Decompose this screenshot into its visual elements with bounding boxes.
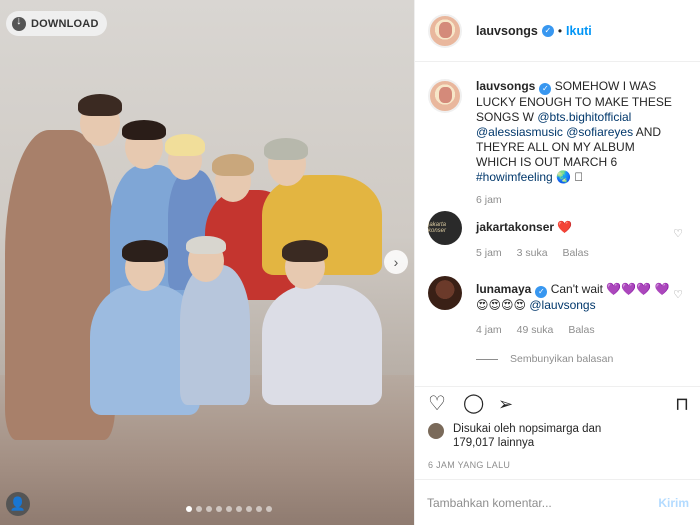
commenter-avatar[interactable] [428,276,462,310]
tagged-users-icon[interactable]: 👤 [6,492,30,516]
comment-meta: 4 jam 49 suka Balas [476,323,676,338]
post-header: lauvsongs ✓ • Ikuti [415,0,700,62]
carousel-dot [216,506,222,512]
caption-mention[interactable]: @bts.bighitofficial [537,110,631,124]
photo-figure-hair [122,240,168,262]
download-label: DOWNLOAD [31,17,99,30]
post-sidebar: lauvsongs ✓ • Ikuti lauvsongs ✓ SOMEHOW I… [414,0,700,525]
comment-time[interactable]: 4 jam [476,324,502,336]
carousel-dot [236,506,242,512]
photo-figure-hair [78,94,122,116]
photo-figure [262,285,382,405]
follow-button[interactable]: Ikuti [566,24,592,38]
comments-list[interactable]: lauvsongs ✓ SOMEHOW I WAS LUCKY ENOUGH TO… [415,63,700,386]
photo-figure-hair [282,240,328,262]
reply-button[interactable]: Balas [562,247,588,259]
author-username[interactable]: lauvsongs [476,24,538,38]
comment-meta: 5 jam 3 suka Balas [476,246,601,261]
author-avatar[interactable] [428,13,462,48]
carousel-dot [186,506,192,512]
caption-mention[interactable]: @alessiasmusic [476,125,563,139]
photo-figure-hair [186,236,226,254]
commenter-avatar[interactable]: jakarta konser [428,211,462,245]
chevron-right-icon: › [393,254,399,270]
next-photo-button[interactable]: › [384,250,408,274]
comment-likes[interactable]: 3 suka [517,247,548,259]
verified-icon: ✓ [541,24,554,37]
post-comment-button[interactable]: Kirim [658,496,689,510]
photo-figure-hair [165,134,205,156]
hide-replies-button[interactable]: Sembunyikan balasan [476,353,613,365]
comment-mention[interactable]: @lauvsongs [529,298,595,312]
add-comment-bar: Kirim [415,479,700,525]
carousel-dot [246,506,252,512]
carousel-dot [256,506,262,512]
comment-likes[interactable]: 49 suka [517,324,554,336]
caption-mention[interactable]: @sofiareyes [566,125,633,139]
comment-row: jakarta konser jakartakonser ❤️ 5 jam 3 … [428,211,691,261]
download-icon [12,15,26,31]
liker-avatar[interactable] [428,423,444,439]
photo-figure-hair [122,120,166,140]
verified-icon: ✓ [539,83,552,95]
comment-icon[interactable]: ◯ [463,393,484,415]
header-separator: • [557,23,563,38]
carousel-dot [266,506,272,512]
like-comment-icon[interactable]: ♡ [673,288,683,301]
carousel-indicator [186,506,272,512]
commenter-username[interactable]: lunamaya [476,282,531,296]
hide-replies-label: Sembunyikan balasan [510,353,614,365]
post-photo[interactable]: DOWNLOAD › 👤 [0,0,414,525]
reply-button[interactable]: Balas [568,324,594,336]
bookmark-icon[interactable]: ⊓ [675,393,689,415]
photo-figure-hair [264,138,308,160]
carousel-dot [226,506,232,512]
comment-body: jakartakonser ❤️ 5 jam 3 suka Balas [476,211,601,261]
carousel-dot [196,506,202,512]
share-icon[interactable]: ➢ [498,393,513,415]
likes-line-1: Disukai oleh nopsimarga dan [453,423,602,435]
caption-time[interactable]: 6 jam [476,194,502,206]
caption-row: lauvsongs ✓ SOMEHOW I WAS LUCKY ENOUGH TO… [428,79,691,208]
heart-icon[interactable]: ♡ [428,393,446,415]
commenter-username[interactable]: jakartakonser [476,220,554,234]
download-button[interactable]: DOWNLOAD [6,11,107,36]
caption-emoji: 🌏 ⃞ [556,170,584,184]
caption-meta: 6 jam [476,193,676,208]
post-actions: ♡ ◯ ➢ ⊓ [415,386,700,420]
likes-text: Disukai oleh nopsimarga dan 179,017 lain… [453,422,601,450]
caption-hashtag[interactable]: #howimfeeling [476,170,553,184]
like-comment-icon[interactable]: ♡ [673,227,683,240]
post-time-ago[interactable]: 6 JAM YANG LALU [428,460,510,470]
comment-text: ❤️ [557,220,573,234]
likes-line-2: 179,017 lainnya [453,437,535,449]
photo-figure [180,265,250,405]
carousel-dot [206,506,212,512]
caption-body: lauvsongs ✓ SOMEHOW I WAS LUCKY ENOUGH TO… [476,79,676,208]
comment-time[interactable]: 5 jam [476,247,502,259]
caption-avatar[interactable] [428,79,462,113]
comment-row: lunamaya ✓ Can't wait 💜💜💜 💜😍😍😍😍 @lauvsong… [428,276,691,338]
verified-icon: ✓ [535,286,548,298]
comment-body: lunamaya ✓ Can't wait 💜💜💜 💜😍😍😍😍 @lauvsong… [476,276,676,338]
caption-username[interactable]: lauvsongs [476,79,535,93]
likes-summary[interactable]: Disukai oleh nopsimarga dan 179,017 lain… [428,422,601,450]
photo-figure-hair [212,154,254,176]
comment-input[interactable] [427,495,659,510]
